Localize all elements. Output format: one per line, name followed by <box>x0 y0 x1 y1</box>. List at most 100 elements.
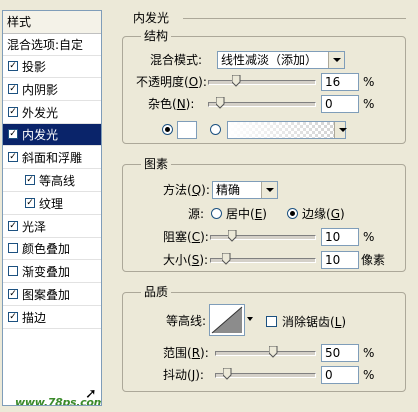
jitter-slider-thumb[interactable] <box>223 368 232 380</box>
gradient-picker[interactable] <box>227 121 347 139</box>
opacity-slider[interactable] <box>208 74 316 90</box>
method-select[interactable]: 精确 <box>212 181 278 199</box>
gradient-chevron-down-icon[interactable] <box>334 122 347 138</box>
style-item[interactable]: 颜色叠加 <box>3 238 101 261</box>
noise-unit: % <box>363 97 375 111</box>
method-label: 方法(Q): <box>163 183 210 197</box>
style-item-label: 纹理 <box>39 196 64 211</box>
range-label: 范围(R): <box>163 346 209 360</box>
noise-slider-thumb[interactable] <box>216 97 225 109</box>
style-item-checkbox[interactable]: ✓ <box>8 106 18 117</box>
contour-curve-icon <box>211 306 243 334</box>
range-slider[interactable] <box>215 345 316 361</box>
size-slider[interactable] <box>210 252 316 268</box>
style-item[interactable]: ✓ 图案叠加 <box>3 284 101 306</box>
source-edge-radio[interactable] <box>287 208 298 219</box>
choke-slider[interactable] <box>210 229 316 245</box>
style-item[interactable]: ✓ 纹理 <box>3 193 101 215</box>
structure-title: 结构 <box>141 28 172 44</box>
style-item-checkbox[interactable]: ✓ <box>8 61 18 71</box>
method-chevron-down-icon[interactable] <box>261 182 277 198</box>
jitter-input[interactable]: 0 <box>321 366 359 384</box>
style-item-label: 投影 <box>22 60 47 74</box>
style-item-checkbox[interactable]: ✓ <box>8 220 18 231</box>
size-unit: 像素 <box>361 253 386 267</box>
style-item[interactable]: ✓ 等高线 <box>3 170 101 192</box>
style-item-label: 内阴影 <box>22 82 59 97</box>
style-item-checkbox[interactable] <box>8 266 18 277</box>
quality-title: 品质 <box>141 284 172 300</box>
title-divider <box>183 18 406 19</box>
style-item[interactable]: ✓ 投影 <box>3 56 101 78</box>
style-item-label: 外发光 <box>22 105 59 120</box>
size-slider-thumb[interactable] <box>222 253 231 265</box>
choke-slider-track <box>210 235 316 240</box>
style-item-label: 颜色叠加 <box>22 242 71 257</box>
contour-preview[interactable] <box>209 304 245 336</box>
style-item-label: 光泽 <box>22 219 47 234</box>
chevron-down-icon[interactable] <box>328 52 344 68</box>
glow-color-swatch[interactable] <box>177 121 197 139</box>
antialias-checkbox[interactable] <box>266 316 277 327</box>
style-item-label: 斜面和浮雕 <box>22 151 83 166</box>
source-center-label[interactable]: 居中(E) <box>226 206 267 222</box>
jitter-unit: % <box>363 368 375 382</box>
range-input[interactable]: 50 <box>321 344 359 362</box>
gradient-radio[interactable] <box>210 124 221 135</box>
opacity-unit: % <box>363 75 375 89</box>
style-item-checkbox[interactable]: ✓ <box>25 175 35 185</box>
style-item-checkbox[interactable] <box>8 243 18 254</box>
range-slider-thumb[interactable] <box>269 346 278 358</box>
style-item[interactable]: ✓ 光泽 <box>3 216 101 238</box>
style-item[interactable]: ✓ 斜面和浮雕 <box>3 147 101 170</box>
style-item[interactable]: ✓ 内发光 <box>3 124 101 147</box>
watermark-logo: www.78ps.com ➚ <box>15 386 101 405</box>
style-item[interactable]: 渐变叠加 <box>3 261 101 284</box>
jitter-label: 抖动(J): <box>163 368 204 382</box>
opacity-input[interactable]: 16 <box>321 73 359 91</box>
noise-label: 杂色(N): <box>148 97 195 111</box>
opacity-slider-thumb[interactable] <box>232 75 241 87</box>
elements-title: 图素 <box>141 156 172 172</box>
jitter-slider[interactable] <box>215 367 316 383</box>
style-item-checkbox[interactable]: ✓ <box>8 152 18 163</box>
noise-slider[interactable] <box>208 96 316 112</box>
method-value: 精确 <box>216 183 241 197</box>
range-unit: % <box>363 346 375 360</box>
style-item[interactable]: ✓ 描边 <box>3 307 101 329</box>
range-slider-track <box>215 351 316 356</box>
cursor-arrow-icon: ➚ <box>85 386 97 402</box>
source-center-radio[interactable] <box>211 208 222 219</box>
style-item-label: 内发光 <box>22 128 59 143</box>
choke-input[interactable]: 10 <box>321 228 359 246</box>
solid-color-radio[interactable] <box>162 124 173 135</box>
style-item-label: 等高线 <box>39 174 76 188</box>
blend-options-item[interactable]: 混合选项:自定 <box>3 34 101 56</box>
style-item[interactable]: ✓ 外发光 <box>3 102 101 124</box>
style-list-header: 样式 <box>3 11 101 34</box>
size-label: 大小(S): <box>163 253 209 267</box>
style-list: 样式 混合选项:自定 ✓ 投影 ✓ 内阴影 ✓ 外发光 ✓ 内发光 ✓ 斜面和浮雕 ✓ 等高线 ✓ 纹理 ✓… <box>2 10 102 406</box>
style-item-checkbox[interactable]: ✓ <box>8 289 18 299</box>
size-input[interactable]: 10 <box>321 251 359 269</box>
source-label: 源: <box>188 207 205 221</box>
antialias-label[interactable]: 消除锯齿(L) <box>282 314 346 330</box>
blend-mode-label: 混合模式: <box>150 53 203 67</box>
contour-chevron-down-icon[interactable] <box>246 304 255 336</box>
source-edge-label[interactable]: 边缘(G) <box>302 206 345 222</box>
blend-mode-value: 线性减淡（添加） <box>221 53 318 67</box>
style-item[interactable]: ✓ 内阴影 <box>3 79 101 101</box>
style-item-checkbox[interactable]: ✓ <box>8 311 18 322</box>
style-item-checkbox[interactable]: ✓ <box>8 129 18 140</box>
opacity-slider-track <box>208 80 316 85</box>
contour-label: 等高线: <box>166 314 207 328</box>
blend-mode-select[interactable]: 线性减淡（添加） <box>217 51 345 69</box>
choke-slider-thumb[interactable] <box>228 230 237 242</box>
panel-title: 内发光 <box>133 11 170 25</box>
style-item-checkbox[interactable]: ✓ <box>25 197 35 208</box>
noise-input[interactable]: 0 <box>321 95 359 113</box>
style-item-checkbox[interactable]: ✓ <box>8 83 18 94</box>
choke-label: 阻塞(C): <box>163 230 209 244</box>
style-item-label: 图案叠加 <box>22 288 71 302</box>
choke-unit: % <box>363 230 375 244</box>
